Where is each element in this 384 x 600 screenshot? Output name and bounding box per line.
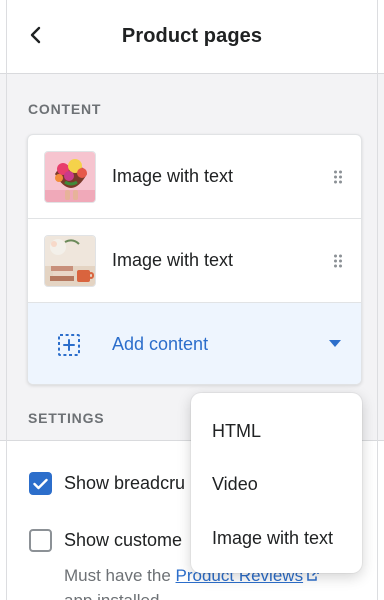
- content-item-label: Image with text: [112, 250, 234, 270]
- frame-border-left: [6, 0, 7, 600]
- settings-section-label: SETTINGS: [28, 410, 105, 426]
- show-customer-reviews-checkbox[interactable]: [29, 529, 52, 552]
- show-breadcrumbs-checkbox[interactable]: [29, 472, 52, 495]
- drag-handle-icon[interactable]: [333, 254, 343, 268]
- frame-border-right: [377, 0, 378, 600]
- content-card: Image with text Image with text Add cont…: [27, 134, 362, 385]
- content-item-label: Image with text: [112, 166, 234, 186]
- caret-down-icon: [329, 340, 341, 347]
- flower-heart-thumbnail: [44, 151, 96, 203]
- help-text-prefix: Must have the: [64, 566, 176, 585]
- checkmark-icon: [33, 478, 48, 489]
- show-customer-reviews-label: Show custome: [64, 530, 183, 550]
- add-content-button[interactable]: Add content: [28, 303, 361, 384]
- content-item[interactable]: Image with text: [28, 219, 361, 303]
- content-item[interactable]: Image with text: [28, 135, 361, 219]
- show-breadcrumbs-label: Show breadcru: [64, 473, 186, 493]
- top-bar: Product pages: [0, 0, 384, 74]
- add-section-icon: [58, 334, 80, 356]
- content-section-label: CONTENT: [28, 101, 102, 117]
- help-text-suffix: app installed: [64, 591, 159, 600]
- menu-item-html[interactable]: HTML: [212, 421, 261, 442]
- add-content-dropdown-menu: HTML Video Image with text: [191, 393, 362, 573]
- add-content-label: Add content: [112, 334, 209, 354]
- page-title: Product pages: [121, 25, 263, 47]
- menu-item-image-with-text[interactable]: Image with text: [212, 528, 333, 549]
- books-cup-thumbnail: [44, 235, 96, 287]
- back-button[interactable]: [22, 21, 50, 49]
- menu-item-video[interactable]: Video: [212, 474, 258, 495]
- chevron-left-icon: [30, 26, 41, 44]
- drag-handle-icon[interactable]: [333, 170, 343, 184]
